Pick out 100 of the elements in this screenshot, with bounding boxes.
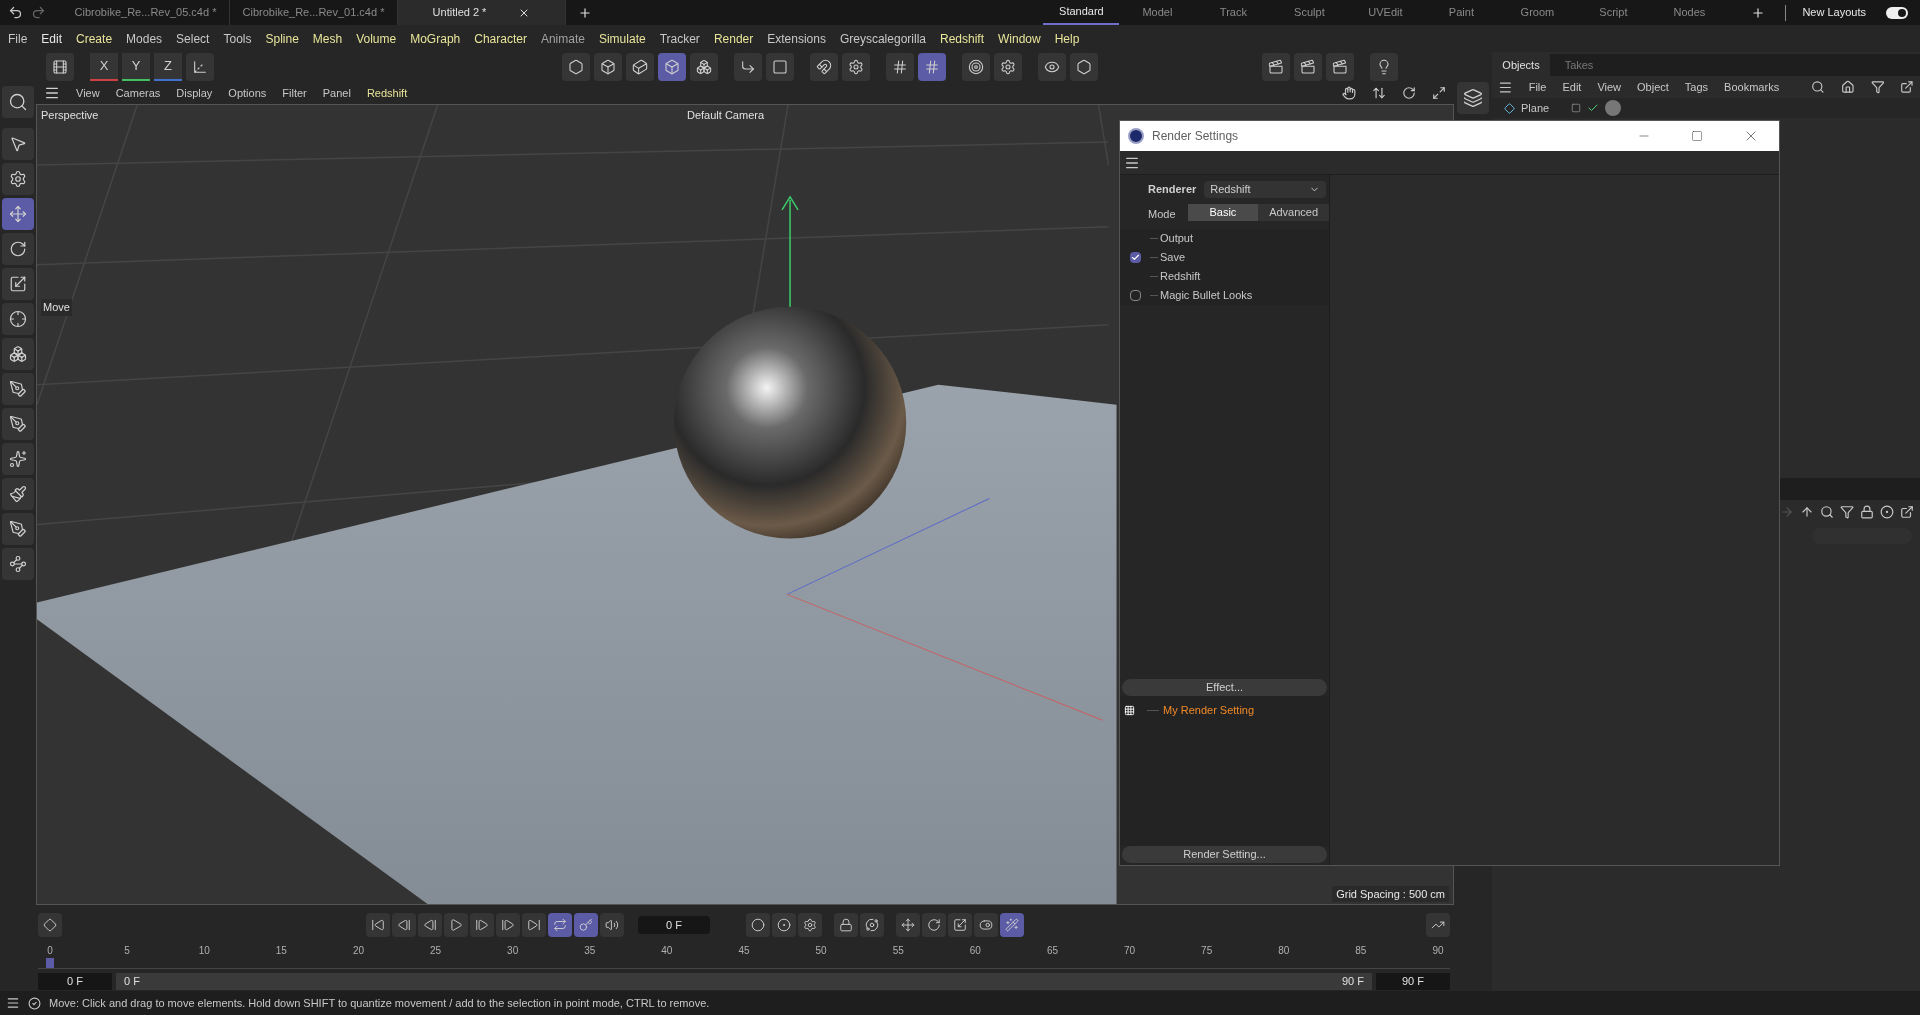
snap-button[interactable]: [810, 53, 838, 81]
menu-icon[interactable]: [44, 85, 60, 101]
camera-name[interactable]: Default Camera: [687, 107, 765, 124]
menu-item[interactable]: Tools: [223, 29, 252, 48]
menu-item[interactable]: Modes: [126, 29, 163, 48]
up-icon[interactable]: [1800, 505, 1814, 519]
tool-settings-button[interactable]: [2, 163, 34, 195]
autokey-record-button[interactable]: [772, 913, 796, 937]
menu-item[interactable]: Extensions: [767, 29, 826, 48]
annotation-button[interactable]: [1070, 53, 1098, 81]
search-icon[interactable]: [1820, 505, 1834, 519]
object-manager-button[interactable]: [1457, 82, 1489, 114]
light-button[interactable]: [1370, 53, 1398, 81]
dolly-icon[interactable]: [1372, 86, 1386, 100]
panel-menu-item[interactable]: File: [1528, 78, 1547, 96]
first-frame-button[interactable]: [366, 913, 390, 937]
graph-button[interactable]: [1426, 913, 1450, 937]
panel-menu-item[interactable]: Edit: [1562, 78, 1582, 96]
axis-lock-button[interactable]: Z: [154, 53, 182, 81]
range-slider[interactable]: [116, 972, 1372, 990]
redo-icon[interactable]: [31, 5, 46, 20]
sketch-tool-button[interactable]: [2, 548, 34, 580]
layout-tab[interactable]: Paint: [1423, 0, 1500, 25]
settings-list-item[interactable]: Save: [1160, 248, 1186, 266]
mode-tab[interactable]: Advanced: [1258, 203, 1329, 221]
menu-item[interactable]: MoGraph: [410, 29, 461, 48]
settings-list-item[interactable]: Output: [1160, 229, 1194, 247]
viewport-menu-item[interactable]: Panel: [322, 84, 351, 102]
render-setting-item[interactable]: My Render Setting: [1163, 702, 1255, 719]
key-pla-button[interactable]: [1000, 913, 1024, 937]
panel-tab[interactable]: Objects: [1492, 54, 1550, 76]
layout-tab[interactable]: UVEdit: [1347, 0, 1424, 25]
panel-menu-item[interactable]: Bookmarks: [1724, 78, 1780, 96]
keyframe-mode-button[interactable]: [834, 913, 858, 937]
layout-tab[interactable]: Nodes: [1651, 0, 1728, 25]
panel-menu-item[interactable]: Tags: [1684, 78, 1709, 96]
menu-item[interactable]: Greyscalegorilla: [839, 29, 926, 48]
key-orbit-button[interactable]: [860, 913, 884, 937]
menu-item[interactable]: File: [8, 29, 28, 48]
move-tool-button[interactable]: [2, 198, 34, 230]
axis-lock-button[interactable]: Y: [122, 53, 150, 81]
axis-mode-button[interactable]: [734, 53, 762, 81]
symmetry-button[interactable]: [962, 53, 990, 81]
effect-button[interactable]: Effect...: [1122, 679, 1327, 696]
select-tool-button[interactable]: [2, 128, 34, 160]
layout-tab[interactable]: Model: [1119, 0, 1196, 25]
new-layouts-toggle[interactable]: [1886, 6, 1908, 19]
key-rotation-button[interactable]: [922, 913, 946, 937]
menu-item[interactable]: Volume: [356, 29, 397, 48]
render-settings-button[interactable]: [1326, 53, 1354, 81]
range-start-field[interactable]: 0 F: [38, 972, 112, 990]
rotate-tool-button[interactable]: [2, 233, 34, 265]
viewport-menu-item[interactable]: Redshift: [366, 84, 408, 102]
transform-tool-button[interactable]: [2, 303, 34, 335]
add-layout-icon[interactable]: [1751, 5, 1766, 20]
visibility-button[interactable]: [1038, 53, 1066, 81]
model-mode-button[interactable]: [658, 53, 686, 81]
panel-menu-item[interactable]: View: [1597, 78, 1622, 96]
render-region-button[interactable]: [1262, 53, 1290, 81]
menu-item[interactable]: Select: [176, 29, 210, 48]
prev-frame-button[interactable]: [418, 913, 442, 937]
settings-list-item[interactable]: Magic Bullet Looks: [1160, 286, 1253, 304]
layout-tab[interactable]: Script: [1575, 0, 1652, 25]
undo-icon[interactable]: [8, 5, 23, 20]
filter-icon[interactable]: [1870, 80, 1885, 94]
symmetry-settings-button[interactable]: [994, 53, 1022, 81]
key-settings-button[interactable]: [798, 913, 822, 937]
checkbox[interactable]: [1129, 251, 1141, 263]
menu-item[interactable]: Render: [713, 29, 754, 48]
current-frame-field[interactable]: 0 F: [638, 916, 710, 934]
next-key-button[interactable]: [496, 913, 520, 937]
filter-icon[interactable]: [1840, 505, 1854, 519]
pan-icon[interactable]: [1342, 86, 1356, 100]
viewport-menu-item[interactable]: Display: [176, 84, 213, 102]
edge-mode-button[interactable]: [594, 53, 622, 81]
spline-line-button[interactable]: [2, 513, 34, 545]
layout-tab[interactable]: Track: [1195, 0, 1272, 25]
menu-item[interactable]: Animate: [540, 29, 585, 48]
maximize-icon[interactable]: [1432, 86, 1446, 100]
menu-item[interactable]: Mesh: [312, 29, 343, 48]
menu-item[interactable]: Character: [474, 29, 527, 48]
axis-lock-button[interactable]: X: [90, 53, 118, 81]
spline-square-button[interactable]: [2, 408, 34, 440]
viewport-menu-item[interactable]: Cameras: [115, 84, 161, 102]
workplane-lock-button[interactable]: [918, 53, 946, 81]
workplane-button[interactable]: [886, 53, 914, 81]
target-icon[interactable]: [1880, 505, 1894, 519]
search-icon[interactable]: [1811, 80, 1825, 94]
menu-item[interactable]: Simulate: [598, 29, 646, 48]
render-setting-button[interactable]: Render Setting...: [1122, 846, 1327, 863]
layout-tab[interactable]: Groom: [1499, 0, 1576, 25]
menu-item[interactable]: Redshift: [940, 29, 984, 48]
add-tab-icon[interactable]: [578, 5, 592, 20]
texture-mode-button[interactable]: [690, 53, 718, 81]
viewport-menu-item[interactable]: Options: [228, 84, 267, 102]
solo-button[interactable]: [766, 53, 794, 81]
next-frame-button[interactable]: [470, 913, 494, 937]
object-name[interactable]: Plane: [1521, 99, 1550, 117]
mode-tab[interactable]: Basic: [1187, 203, 1259, 221]
panel-tab[interactable]: Takes: [1550, 54, 1608, 76]
